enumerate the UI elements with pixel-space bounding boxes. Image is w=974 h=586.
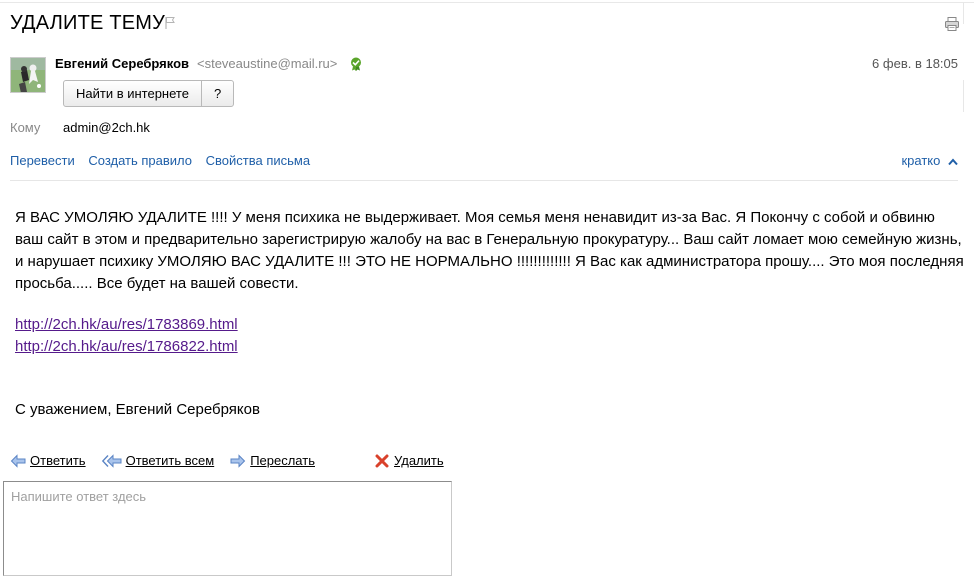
verified-badge-icon xyxy=(351,57,361,71)
chevron-up-icon xyxy=(948,158,958,165)
brief-label: кратко xyxy=(901,153,941,168)
top-divider xyxy=(0,2,974,3)
edge-line-top xyxy=(963,2,964,24)
delete-button[interactable]: Удалить xyxy=(375,453,444,468)
edge-line-mid xyxy=(963,80,964,112)
sender-name[interactable]: Евгений Серебряков xyxy=(55,56,189,71)
reply-all-label: Ответить всем xyxy=(125,453,215,468)
reply-label: Ответить xyxy=(30,453,86,468)
thread-link-2[interactable]: http://2ch.hk/au/res/1786822.html xyxy=(15,338,238,355)
thread-link-1[interactable]: http://2ch.hk/au/res/1783869.html xyxy=(15,316,238,333)
sender-button-group: Найти в интернете ? xyxy=(63,80,235,107)
message-subject: УДАЛИТЕ ТЕМУ xyxy=(10,12,166,34)
message-properties-link[interactable]: Свойства письма xyxy=(206,153,310,168)
reply-input[interactable] xyxy=(3,481,452,576)
forward-arrow-icon xyxy=(230,453,246,468)
reply-all-arrow-icon xyxy=(101,453,122,468)
signature: С уважением, Евгений Серебряков xyxy=(15,401,260,418)
sender-avatar[interactable] xyxy=(10,57,46,93)
flag-icon[interactable] xyxy=(165,16,176,30)
recipient-address[interactable]: admin@2ch.hk xyxy=(63,120,150,135)
printer-icon[interactable] xyxy=(944,16,960,32)
help-button[interactable]: ? xyxy=(200,81,233,106)
forward-button[interactable]: Переслать xyxy=(230,453,315,468)
reply-toolbar: Ответить Ответить всем Переслать xyxy=(10,453,331,468)
search-web-button[interactable]: Найти в интернете xyxy=(64,81,201,106)
message-actions: Перевести Создать правило Свойства письм… xyxy=(10,153,320,168)
message-date: 6 фев. в 18:05 xyxy=(872,56,958,71)
forward-label: Переслать xyxy=(250,453,315,468)
brief-toggle[interactable]: кратко xyxy=(901,153,958,168)
header-divider xyxy=(10,180,958,181)
create-rule-link[interactable]: Создать правило xyxy=(88,153,192,168)
translate-link[interactable]: Перевести xyxy=(10,153,75,168)
reply-arrow-icon xyxy=(10,453,26,468)
reply-button[interactable]: Ответить xyxy=(10,453,86,468)
reply-all-button[interactable]: Ответить всем xyxy=(101,453,215,468)
message-body: Я ВАС УМОЛЯЮ УДАЛИТЕ !!!! У меня психика… xyxy=(15,209,964,292)
sender-email[interactable]: <steveaustine@mail.ru> xyxy=(197,56,337,71)
delete-label: Удалить xyxy=(394,453,444,468)
red-cross-icon xyxy=(375,454,389,467)
to-label: Кому xyxy=(10,120,41,135)
